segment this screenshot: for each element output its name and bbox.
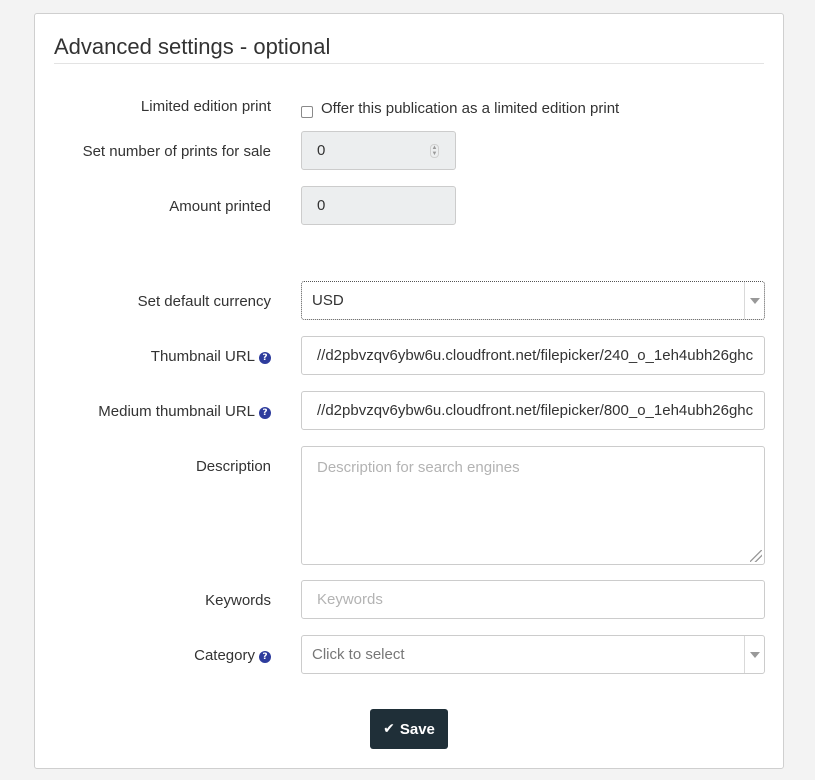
thumbnail-url-input[interactable]: //d2pbvzqv6ybw6u.cloudfront.net/filepick… <box>301 336 765 375</box>
description-label: Description <box>195 458 271 475</box>
thumbnail-url-label-wrap: Thumbnail URL? <box>151 348 271 365</box>
keywords-input[interactable]: Keywords <box>301 580 765 619</box>
limited-edition-checkbox[interactable] <box>301 106 313 118</box>
currency-select[interactable]: USD <box>301 281 765 320</box>
save-button[interactable]: ✔ Save <box>370 709 448 749</box>
prints-for-sale-value: 0 <box>317 142 326 159</box>
prints-for-sale-input[interactable]: 0 ▲ ▼ <box>301 131 456 170</box>
medium-thumbnail-url-input[interactable]: //d2pbvzqv6ybw6u.cloudfront.net/filepick… <box>301 391 765 430</box>
panel-title: Advanced settings - optional <box>54 34 331 59</box>
medium-thumbnail-url-value: //d2pbvzqv6ybw6u.cloudfront.net/filepick… <box>317 402 754 419</box>
amount-printed-value: 0 <box>317 197 326 214</box>
question-circle-icon[interactable]: ? <box>259 407 271 419</box>
thumbnail-url-value: //d2pbvzqv6ybw6u.cloudfront.net/filepick… <box>317 347 754 364</box>
prints-for-sale-row: Set number of prints for sale 0 ▲ ▼ <box>35 131 785 171</box>
medium-thumbnail-url-label-wrap: Medium thumbnail URL? <box>98 403 271 420</box>
keywords-row: Keywords Keywords <box>35 580 785 620</box>
amount-printed-row: Amount printed 0 <box>35 186 785 226</box>
description-textarea[interactable]: Description for search engines <box>301 446 765 565</box>
check-icon: ✔ <box>383 721 395 737</box>
chevron-down-icon[interactable] <box>744 282 764 319</box>
limited-edition-label: Limited edition print <box>140 98 271 115</box>
keywords-placeholder: Keywords <box>317 591 383 608</box>
save-button-label: Save <box>399 720 435 738</box>
question-circle-icon[interactable]: ? <box>259 352 271 364</box>
advanced-settings-panel: Advanced settings - optional Limited edi… <box>34 13 784 769</box>
amount-printed-input[interactable]: 0 <box>301 186 456 225</box>
category-placeholder: Click to select <box>312 646 405 663</box>
prints-for-sale-label: Set number of prints for sale <box>82 143 271 160</box>
medium-thumbnail-url-label: Medium thumbnail URL <box>98 403 255 420</box>
keywords-label: Keywords <box>205 592 271 609</box>
currency-label: Set default currency <box>137 293 271 310</box>
category-row: Category? Click to select <box>35 635 785 675</box>
thumbnail-url-label: Thumbnail URL <box>150 348 255 365</box>
description-placeholder: Description for search engines <box>317 459 520 476</box>
thumbnail-url-row: Thumbnail URL? //d2pbvzqv6ybw6u.cloudfro… <box>35 336 785 376</box>
limited-edition-checkbox-label[interactable]: Offer this publication as a limited edit… <box>321 100 619 117</box>
question-circle-icon[interactable]: ? <box>259 651 271 663</box>
category-label-wrap: Category? <box>194 647 271 664</box>
chevron-down-icon[interactable] <box>744 636 764 673</box>
resize-handle-icon[interactable] <box>750 550 762 562</box>
currency-row: Set default currency USD <box>35 281 785 321</box>
category-select[interactable]: Click to select <box>301 635 765 674</box>
limited-edition-row: Limited edition print Offer this publica… <box>35 96 785 126</box>
description-row: Description Description for search engin… <box>35 446 785 566</box>
medium-thumbnail-url-row: Medium thumbnail URL? //d2pbvzqv6ybw6u.c… <box>35 391 785 431</box>
number-spinner-icon[interactable]: ▲ ▼ <box>430 144 439 158</box>
currency-selected-value: USD <box>312 292 344 309</box>
title-divider <box>54 63 764 64</box>
category-label: Category <box>194 647 255 664</box>
amount-printed-label: Amount printed <box>169 198 271 215</box>
